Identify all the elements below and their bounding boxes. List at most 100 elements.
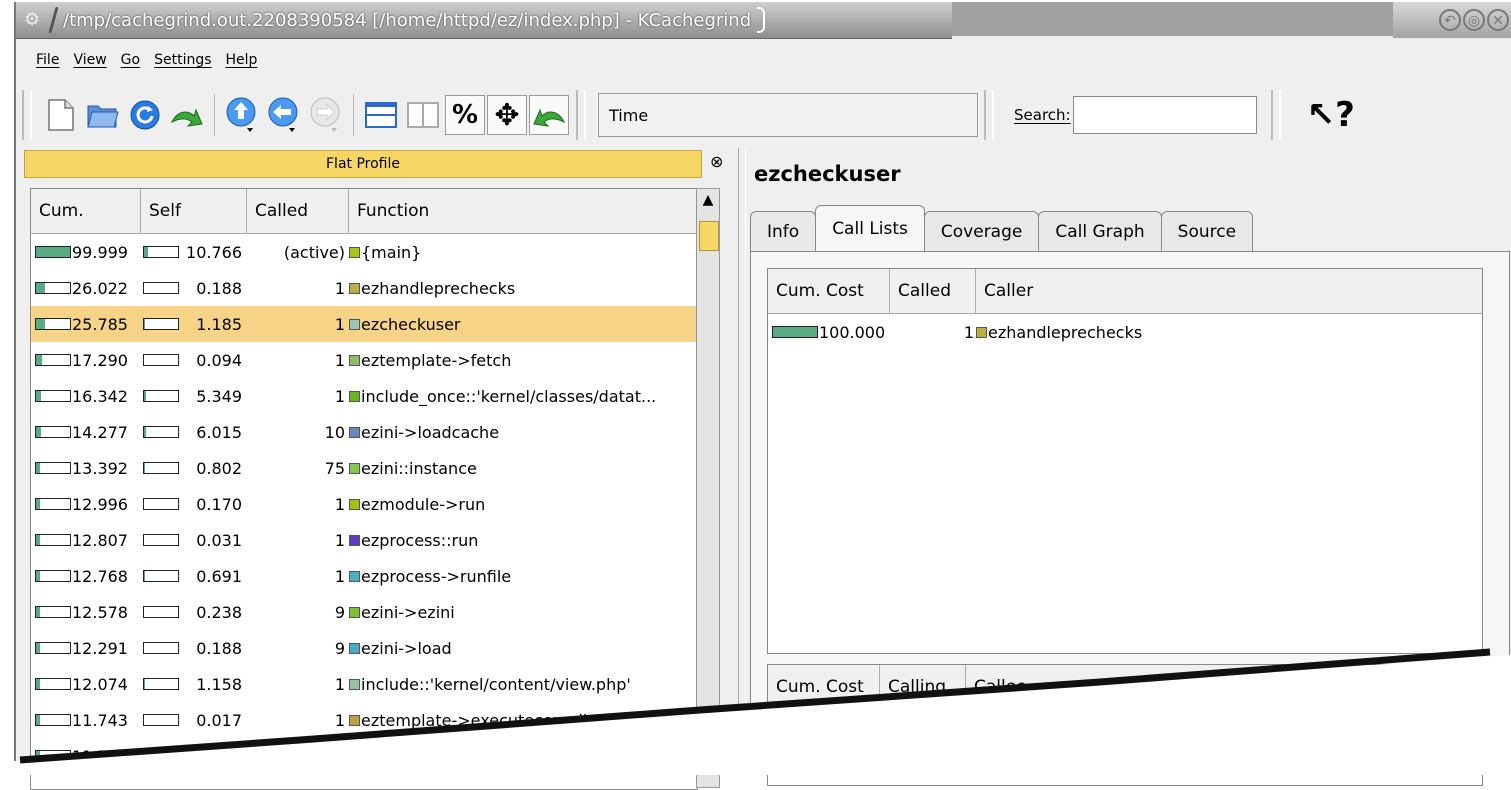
column-header-cum-cost[interactable]: Cum. Cost bbox=[768, 269, 890, 313]
app-menu-icon[interactable]: ⚙ bbox=[24, 9, 46, 31]
split-horizontal-icon[interactable] bbox=[361, 95, 401, 135]
table-row[interactable]: 26.0220.1881ezhandleprechecks bbox=[31, 270, 697, 306]
cum-bar-fill bbox=[36, 643, 40, 653]
column-header-function[interactable]: Function bbox=[349, 189, 697, 233]
new-icon[interactable] bbox=[41, 95, 81, 135]
table-row[interactable]: 11.7430.0171eztemplate->executecompiledt… bbox=[31, 702, 697, 738]
menu-file[interactable]: File bbox=[34, 50, 61, 70]
self-bar bbox=[143, 318, 179, 330]
cum-cell: 25.785 bbox=[31, 315, 141, 334]
menu-view[interactable]: View bbox=[71, 50, 108, 70]
table-row[interactable]: 100.0001ezhandleprechecks bbox=[768, 314, 1482, 350]
cum-value: 14.277 bbox=[72, 423, 128, 442]
self-bar bbox=[143, 498, 179, 510]
call-lists-body: Cum. Cost Called Caller 100.0001ezhandle… bbox=[750, 251, 1510, 775]
percent-icon[interactable]: % bbox=[445, 95, 485, 135]
whats-this-help-icon[interactable]: ↖? bbox=[1307, 95, 1355, 135]
self-value: 0.031 bbox=[180, 531, 242, 550]
caller-name: ezhandleprechecks bbox=[988, 323, 1142, 342]
tab-coverage[interactable]: Coverage bbox=[924, 211, 1039, 252]
column-header-caller[interactable]: Caller bbox=[976, 269, 1482, 313]
toolbar-grip[interactable] bbox=[22, 90, 32, 140]
table-row[interactable]: 12.7680.6911ezprocess->runfile bbox=[31, 558, 697, 594]
table-row[interactable]: 12.9960.1701ezmodule->run bbox=[31, 486, 697, 522]
table-row[interactable]: 11.7260.0221 bbox=[31, 738, 697, 774]
table-header: Cum. Cost Calling Callee bbox=[768, 665, 1482, 710]
close-panel-icon[interactable]: ⊗ bbox=[710, 152, 723, 171]
title-bar[interactable]: ⚙ /tmp/cachegrind.out.2208390584 [/home/… bbox=[16, 2, 952, 39]
function-cell: {main} bbox=[349, 243, 697, 262]
self-value: 0.170 bbox=[180, 495, 242, 514]
table-row[interactable]: 12.5780.2389ezini->ezini bbox=[31, 594, 697, 630]
table-row[interactable]: 14.2776.01510ezini->loadcache bbox=[31, 414, 697, 450]
cum-bar bbox=[35, 750, 71, 762]
reload-icon[interactable] bbox=[125, 95, 165, 135]
toolbar-grip[interactable] bbox=[984, 90, 994, 140]
toolbar-grip[interactable] bbox=[576, 90, 586, 140]
menu-settings[interactable]: Settings bbox=[152, 50, 213, 70]
maximize-icon[interactable]: ◎ bbox=[1463, 9, 1485, 31]
menu-help[interactable]: Help bbox=[224, 50, 260, 70]
table-row[interactable]: 13.3920.80275ezini::instance bbox=[31, 450, 697, 486]
called-value: 9 bbox=[247, 639, 349, 658]
scrollbar-thumb[interactable] bbox=[699, 221, 719, 251]
cost-bar-fill bbox=[773, 327, 817, 337]
column-header-called[interactable]: Called bbox=[890, 269, 976, 313]
column-header-cum-cost[interactable]: Cum. Cost bbox=[768, 665, 880, 709]
table-row[interactable]: 25.7851.1851ezcheckuser bbox=[31, 306, 697, 342]
title-bar-fill bbox=[952, 2, 1393, 36]
table-row[interactable]: 12.0741.1581include::'kernel/content/vie… bbox=[31, 666, 697, 702]
self-value: 10.766 bbox=[180, 243, 242, 262]
flat-profile-header[interactable]: Flat Profile bbox=[24, 150, 702, 178]
tab-info[interactable]: Info bbox=[750, 211, 816, 252]
cum-bar bbox=[35, 282, 71, 294]
function-name: ezprocess->runfile bbox=[361, 567, 511, 586]
table-row[interactable]: 12.8070.0311ezprocess::run bbox=[31, 522, 697, 558]
flat-profile-table: Cum. Self Called Function 99.99910.766(a… bbox=[30, 188, 698, 790]
forward-arrow-icon[interactable] bbox=[167, 95, 207, 135]
search-input[interactable] bbox=[1073, 96, 1257, 134]
table-row[interactable]: 12.2910.1889ezini->load bbox=[31, 630, 697, 666]
self-bar-fill bbox=[144, 247, 148, 257]
self-bar bbox=[143, 642, 179, 654]
function-color-swatch bbox=[349, 247, 360, 258]
title-end-decoration bbox=[757, 7, 765, 33]
table-row[interactable]: 17.2900.0941eztemplate->fetch bbox=[31, 342, 697, 378]
tab-source[interactable]: Source bbox=[1161, 211, 1253, 252]
column-header-cum[interactable]: Cum. bbox=[31, 189, 141, 233]
cost-type-selector[interactable]: Time bbox=[598, 93, 978, 137]
up-icon[interactable] bbox=[222, 95, 262, 135]
table-row[interactable]: 16.3425.3491include_once::'kernel/classe… bbox=[31, 378, 697, 414]
cost-bar bbox=[772, 326, 818, 338]
vertical-scrollbar[interactable]: ▲ bbox=[696, 188, 720, 788]
forward-icon[interactable] bbox=[306, 95, 346, 135]
called-value: 1 bbox=[247, 567, 349, 586]
column-header-calling[interactable]: Calling bbox=[880, 665, 966, 709]
toolbar-grip[interactable] bbox=[1271, 90, 1281, 140]
shade-icon[interactable]: ↶ bbox=[1439, 9, 1461, 31]
column-header-self[interactable]: Self bbox=[141, 189, 247, 233]
close-icon[interactable]: ✕ bbox=[1487, 9, 1509, 31]
back-icon[interactable] bbox=[264, 95, 304, 135]
table-row[interactable]: 99.99910.766(active){main} bbox=[31, 234, 697, 270]
function-color-swatch bbox=[349, 463, 360, 474]
panel-splitter[interactable] bbox=[738, 148, 746, 775]
function-name: ezini->ezini bbox=[361, 603, 455, 622]
cum-bar bbox=[35, 606, 71, 618]
column-header-callee[interactable]: Callee bbox=[966, 665, 1482, 709]
scroll-up-icon[interactable]: ▲ bbox=[697, 189, 719, 211]
open-icon[interactable] bbox=[83, 95, 123, 135]
cycle-icon[interactable] bbox=[529, 95, 569, 135]
move-icon[interactable]: ✥ bbox=[487, 95, 527, 135]
function-name: ezini->loadcache bbox=[361, 423, 499, 442]
self-bar bbox=[143, 282, 179, 294]
menu-go[interactable]: Go bbox=[119, 50, 142, 70]
cum-cell: 12.996 bbox=[31, 495, 141, 514]
tab-call-graph[interactable]: Call Graph bbox=[1038, 211, 1161, 252]
cum-value: 25.785 bbox=[72, 315, 128, 334]
split-vertical-icon[interactable] bbox=[403, 95, 443, 135]
called-value: 1 bbox=[247, 675, 349, 694]
tab-call-lists[interactable]: Call Lists bbox=[815, 205, 925, 252]
column-header-called[interactable]: Called bbox=[247, 189, 349, 233]
function-cell: ezcheckuser bbox=[349, 315, 697, 334]
